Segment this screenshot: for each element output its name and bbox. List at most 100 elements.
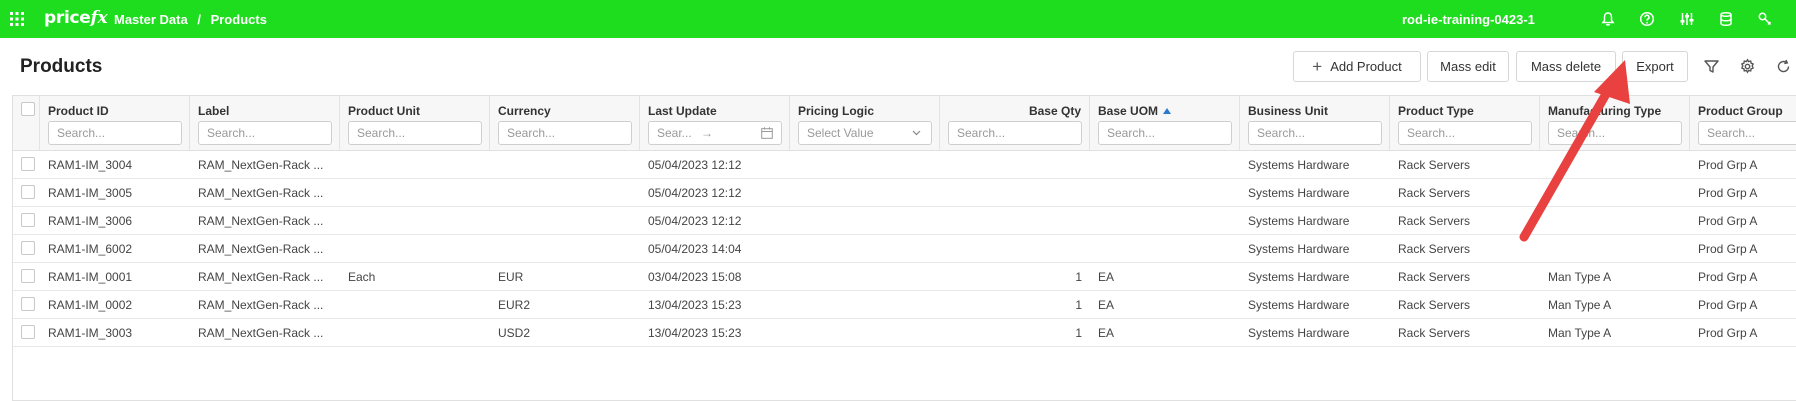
row-checkbox[interactable]: [21, 185, 35, 199]
breadcrumb-master-data[interactable]: Master Data: [114, 12, 188, 27]
cell-product-type: Rack Servers: [1398, 186, 1471, 200]
cell-base-uom: EA: [1098, 326, 1115, 340]
table-row[interactable]: RAM1-IM_0001 RAM_NextGen-Rack ... Each EUR 0…: [13, 263, 1796, 291]
pricing-logic-select[interactable]: Select Value: [798, 121, 932, 145]
product-type-filter[interactable]: [1398, 121, 1532, 145]
column-product-unit[interactable]: Product Unit: [340, 96, 490, 151]
row-checkbox[interactable]: [21, 297, 35, 311]
column-last-update[interactable]: Last Update Sear... →: [640, 96, 790, 151]
sliders-icon[interactable]: [1679, 11, 1695, 27]
help-icon[interactable]: [1639, 11, 1655, 27]
mass-delete-button[interactable]: Mass delete: [1516, 51, 1616, 82]
base-uom-filter[interactable]: [1098, 121, 1232, 145]
column-pricing-logic[interactable]: Pricing Logic Select Value: [790, 96, 940, 151]
cell-product-unit: [348, 319, 486, 347]
label-filter[interactable]: [198, 121, 332, 145]
app-grid-icon[interactable]: [10, 12, 24, 26]
mass-edit-button[interactable]: Mass edit: [1427, 51, 1509, 82]
cell-product-unit: [348, 151, 486, 179]
column-label[interactable]: Label: [190, 96, 340, 151]
column-header-label: Business Unit: [1248, 104, 1329, 118]
select-all-checkbox[interactable]: [21, 102, 35, 116]
row-checkbox[interactable]: [21, 157, 35, 171]
table-row[interactable]: RAM1-IM_3006 RAM_NextGen-Rack ... 05/04/20…: [13, 207, 1796, 235]
cell-base-uom: [1098, 151, 1236, 179]
tools-icon[interactable]: [1757, 11, 1773, 27]
cell-base-qty: 1: [1075, 326, 1082, 340]
cell-last-update: 03/04/2023 15:08: [648, 270, 742, 284]
cell-last-update: 13/04/2023 15:23: [648, 326, 742, 340]
cell-manufacturing-type: Man Type A: [1548, 270, 1612, 284]
table-row[interactable]: RAM1-IM_3005 RAM_NextGen-Rack ... 05/04/20…: [13, 179, 1796, 207]
column-header-label: Label: [198, 104, 230, 118]
business-unit-filter[interactable]: [1248, 121, 1382, 145]
cell-business-unit: Systems Hardware: [1248, 326, 1350, 340]
cell-product-unit: [348, 179, 486, 207]
row-checkbox[interactable]: [21, 213, 35, 227]
column-base-qty[interactable]: Base Qty: [940, 96, 1090, 151]
column-business-unit[interactable]: Business Unit: [1240, 96, 1390, 151]
base-qty-filter[interactable]: [948, 121, 1082, 145]
sort-ascending-icon[interactable]: [1163, 108, 1172, 114]
cell-currency: [498, 151, 636, 179]
cell-product-group: Prod Grp A: [1698, 242, 1758, 256]
add-product-button[interactable]: + Add Product: [1293, 51, 1421, 82]
product-id-filter[interactable]: [48, 121, 182, 145]
cell-business-unit: Systems Hardware: [1248, 242, 1350, 256]
cell-business-unit: Systems Hardware: [1248, 298, 1350, 312]
column-header-label: Product Type: [1398, 104, 1474, 118]
manufacturing-type-filter[interactable]: [1548, 121, 1682, 145]
bell-icon[interactable]: [1600, 11, 1616, 27]
column-currency[interactable]: Currency: [490, 96, 640, 151]
cell-last-update: 05/04/2023 12:12: [648, 186, 742, 200]
column-header-label: Product ID: [48, 104, 109, 118]
partition-name[interactable]: rod-ie-training-0423-1: [1402, 12, 1535, 27]
export-button[interactable]: Export: [1622, 51, 1688, 82]
cell-product-id: RAM1-IM_6002: [48, 242, 133, 256]
cell-label: RAM_NextGen-Rack ...: [198, 326, 324, 340]
row-checkbox[interactable]: [21, 269, 35, 283]
cell-currency: EUR: [498, 270, 524, 284]
cell-manufacturing-type: [1548, 207, 1686, 235]
product-unit-filter[interactable]: [348, 121, 482, 145]
column-header-label: Pricing Logic: [798, 104, 875, 118]
cell-product-type: Rack Servers: [1398, 326, 1471, 340]
cell-last-update: 05/04/2023 14:04: [648, 242, 742, 256]
column-product-id[interactable]: Product ID: [40, 96, 190, 151]
cell-label: RAM_NextGen-Rack ...: [198, 186, 324, 200]
cell-label: RAM_NextGen-Rack ...: [198, 158, 324, 172]
table-row[interactable]: RAM1-IM_3003 RAM_NextGen-Rack ... USD2 13/0…: [13, 319, 1796, 347]
breadcrumb-separator: /: [197, 12, 201, 27]
table-row[interactable]: RAM1-IM_6002 RAM_NextGen-Rack ... 05/04/20…: [13, 235, 1796, 263]
filter-icon[interactable]: [1703, 58, 1720, 75]
product-group-filter[interactable]: [1698, 121, 1796, 145]
database-icon[interactable]: [1718, 11, 1734, 27]
column-base-uom[interactable]: Base UOM: [1090, 96, 1240, 151]
cell-currency: USD2: [498, 326, 531, 340]
refresh-icon[interactable]: [1775, 58, 1792, 75]
cell-product-group: Prod Grp A: [1698, 214, 1758, 228]
cell-product-id: RAM1-IM_3005: [48, 186, 133, 200]
row-checkbox[interactable]: [21, 241, 35, 255]
cell-product-type: Rack Servers: [1398, 298, 1471, 312]
table-row[interactable]: RAM1-IM_0002 RAM_NextGen-Rack ... EUR2 13/0…: [13, 291, 1796, 319]
cell-product-group: Prod Grp A: [1698, 270, 1758, 284]
cell-product-unit: [348, 207, 486, 235]
table-row[interactable]: RAM1-IM_3004 RAM_NextGen-Rack ... 05/04/20…: [13, 151, 1796, 179]
last-update-date-filter[interactable]: Sear... →: [648, 121, 782, 145]
cell-manufacturing-type: [1548, 235, 1686, 263]
currency-filter[interactable]: [498, 121, 632, 145]
cell-pricing-logic: [798, 151, 936, 179]
cell-product-type: Rack Servers: [1398, 214, 1471, 228]
gear-icon[interactable]: [1739, 58, 1756, 75]
cell-product-group: Prod Grp A: [1698, 326, 1758, 340]
cell-pricing-logic: [798, 319, 936, 347]
cell-product-unit: [348, 235, 486, 263]
column-product-type[interactable]: Product Type: [1390, 96, 1540, 151]
column-manufacturing-type[interactable]: Manufacturing Type: [1540, 96, 1690, 151]
column-product-group[interactable]: Product Group: [1690, 96, 1796, 151]
calendar-icon[interactable]: [761, 127, 773, 139]
row-checkbox[interactable]: [21, 325, 35, 339]
column-header-label: Product Group: [1698, 104, 1783, 118]
pricefx-logo[interactable]: pricefx: [44, 8, 108, 28]
